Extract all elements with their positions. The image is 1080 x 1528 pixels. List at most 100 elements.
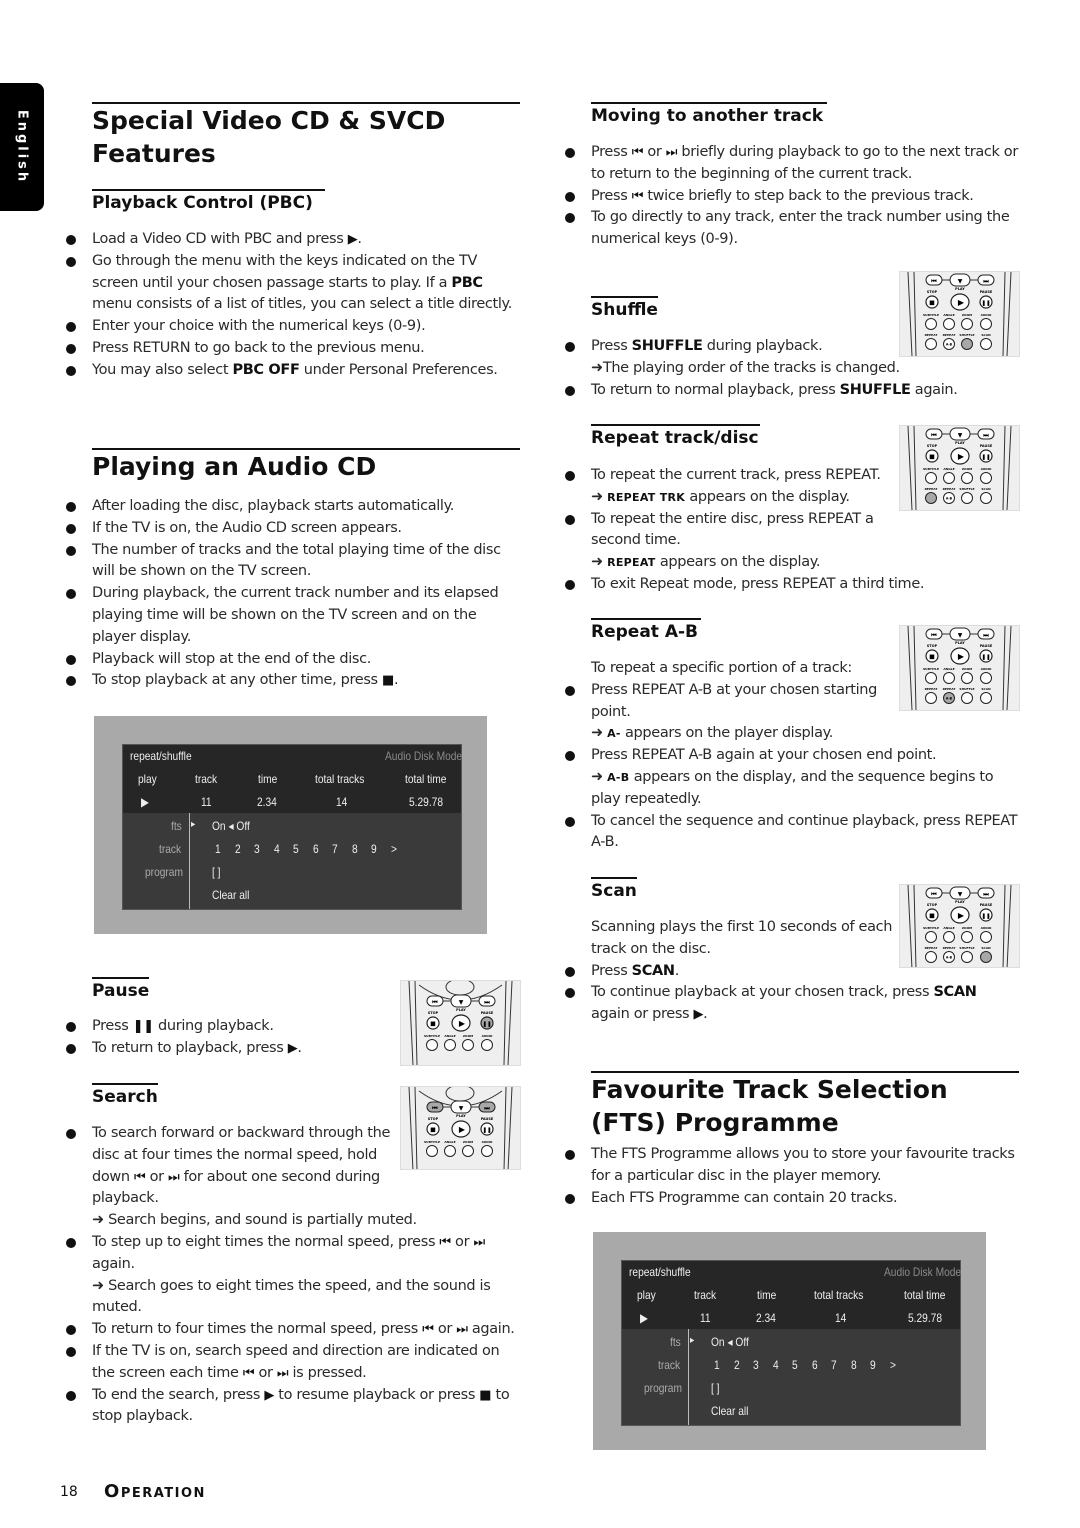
tv-fts-value[interactable]: On ◂ Off	[711, 1335, 749, 1349]
tv-mode: Audio Disk Mode	[385, 749, 463, 763]
shuffle-list: Press SHUFFLE during playback. ➜The play…	[563, 336, 1018, 401]
arrow-icon: ➜	[591, 768, 603, 785]
tv-track-number[interactable]: 7	[831, 1358, 837, 1372]
tv-col-total-tracks: total tracks	[315, 772, 365, 786]
repeat-ab-heading: Repeat A-B	[591, 618, 701, 643]
svg-text:AUDIO: AUDIO	[482, 1034, 493, 1038]
list-item: To go directly to any track, enter the t…	[563, 207, 1018, 251]
fts-title: Favourite Track Selection (FTS) Programm…	[591, 1071, 1019, 1139]
svg-text:❚❚: ❚❚	[482, 1021, 491, 1028]
tv-fts-label: fts	[670, 1335, 681, 1349]
tv-cursor-icon: ▸	[690, 1335, 695, 1346]
tv-screen: repeat/shuffle Audio Disk Mode play trac…	[621, 1260, 961, 1426]
tv-time-value: 2.34	[257, 795, 277, 809]
moving-list: Press ⏮ or ⏭ briefly during playback to …	[563, 142, 1018, 251]
svg-text:STOP: STOP	[927, 903, 938, 907]
tv-clear-all[interactable]: Clear all	[212, 888, 249, 902]
list-item: To continue playback at your chosen trac…	[563, 982, 1018, 1026]
svg-text:⏮: ⏮	[931, 891, 937, 898]
list-item: To search forward or backward through th…	[64, 1123, 524, 1232]
tv-menu-title: repeat/shuffle	[130, 749, 192, 763]
search-section: Search	[92, 1083, 158, 1108]
play-icon: ▶	[693, 1007, 704, 1023]
tv-program-label: program	[145, 865, 183, 879]
repeat-ab-section: Repeat A-B	[591, 618, 701, 643]
tv-play-icon: ▶	[141, 795, 149, 809]
list-item: The number of tracks and the total playi…	[64, 540, 524, 584]
tv-total-time-value: 5.29.78	[908, 1311, 943, 1325]
tv-track-number[interactable]: 6	[313, 842, 319, 856]
tv-track-number[interactable]: 3	[753, 1358, 759, 1372]
arrow-icon: ➜	[591, 359, 603, 376]
tv-track-number[interactable]: 1	[714, 1358, 720, 1372]
tv-clear-all[interactable]: Clear all	[711, 1404, 748, 1418]
tv-col-track: track	[195, 772, 218, 786]
list-item: To stop playback at any other time, pres…	[64, 670, 524, 692]
svg-text:PAUSE: PAUSE	[980, 903, 993, 907]
search-list: To search forward or backward through th…	[64, 1123, 524, 1428]
list-item: If the TV is on, search speed and direct…	[64, 1341, 524, 1385]
svg-text:⏮: ⏮	[931, 278, 937, 285]
tv-track-number[interactable]: 4	[773, 1358, 779, 1372]
stop-icon: ■	[382, 673, 394, 689]
svg-text:⏭: ⏭	[484, 999, 490, 1006]
list-item: To exit Repeat mode, press REPEAT a thir…	[563, 574, 1018, 596]
arrow-icon: ➜	[591, 725, 603, 742]
tv-track-number[interactable]: 8	[352, 842, 358, 856]
svg-text:ANGLE: ANGLE	[943, 313, 954, 317]
tv-col-total-tracks: total tracks	[814, 1288, 864, 1302]
tv-track-number[interactable]: 8	[851, 1358, 857, 1372]
tv-track-number[interactable]: 5	[792, 1358, 798, 1372]
svg-text:⏮: ⏮	[931, 632, 937, 639]
intro-text: Scanning plays the first 10 seconds of e…	[591, 919, 893, 957]
repeat-section: Repeat track/disc	[591, 424, 760, 449]
svg-text:STOP: STOP	[927, 644, 938, 648]
list-item: To repeat the current track, press REPEA…	[563, 465, 1018, 509]
language-label: English	[14, 109, 30, 185]
list-item: Enter your choice with the numerical key…	[64, 316, 524, 338]
pause-icon: ❚❚	[132, 1019, 154, 1034]
list-item: To repeat the entire disc, press REPEAT …	[563, 509, 1018, 574]
tv-track-number[interactable]: 7	[332, 842, 338, 856]
next-icon: ⏭	[276, 1365, 289, 1381]
remote-illustration-pause: ⏮ ▼ ⏭ STOP PLAY PAUSE ■ ▶ ❚❚ SUBTITLE ANGLE ZOOM AUD…	[400, 980, 521, 1066]
tv-track-number[interactable]: 1	[215, 842, 221, 856]
tv-program-value: [ ]	[711, 1381, 720, 1395]
tv-track-number[interactable]: 2	[235, 842, 241, 856]
list-item: Press REPEAT A-B at your chosen starting…	[563, 680, 1018, 745]
tv-track-value: 11	[700, 1311, 711, 1325]
svg-text:▼: ▼	[958, 891, 963, 898]
list-item: Playback will stop at the end of the dis…	[64, 649, 524, 671]
tv-track-number[interactable]: 3	[254, 842, 260, 856]
svg-text:ZOOM: ZOOM	[962, 313, 972, 317]
tv-track-number[interactable]: 2	[734, 1358, 740, 1372]
tv-track-number[interactable]: 5	[293, 842, 299, 856]
next-icon: ⏭	[456, 1322, 468, 1338]
tv-fts-label: fts	[171, 819, 182, 833]
svg-text:▶: ▶	[958, 298, 965, 307]
tv-track-number[interactable]: 6	[812, 1358, 818, 1372]
tv-play-icon: ▶	[640, 1311, 648, 1325]
tv-track-number[interactable]: 4	[274, 842, 280, 856]
list-item: To return to normal playback, press SHUF…	[563, 380, 1018, 402]
tv-track-value: 11	[201, 795, 212, 809]
scan-section: Scan	[591, 877, 637, 902]
arrow-icon: ➜	[591, 488, 603, 505]
svg-text:■: ■	[929, 300, 935, 307]
repeat-heading: Repeat track/disc	[591, 424, 760, 449]
tv-track-number[interactable]: >	[391, 842, 397, 856]
arrow-icon: ➜	[591, 554, 603, 571]
tv-track-number[interactable]: >	[890, 1358, 896, 1372]
list-item: Press REPEAT A-B again at your chosen en…	[563, 745, 1018, 810]
tv-track-number[interactable]: 9	[371, 842, 377, 856]
tv-screen-frame: repeat/shuffle Audio Disk Mode play trac…	[593, 1232, 986, 1450]
svg-text:AUDIO: AUDIO	[981, 313, 992, 317]
tv-col-play: play	[637, 1288, 656, 1302]
svg-text:ANGLE: ANGLE	[444, 1034, 455, 1038]
tv-fts-value[interactable]: On ◂ Off	[212, 819, 250, 833]
tv-track-number[interactable]: 9	[870, 1358, 876, 1372]
moving-section: Moving to another track	[591, 102, 827, 127]
audio-cd-title: Playing an Audio CD	[92, 448, 520, 483]
svg-text:PAUSE: PAUSE	[481, 1117, 494, 1121]
stop-icon: ■	[479, 1387, 492, 1403]
